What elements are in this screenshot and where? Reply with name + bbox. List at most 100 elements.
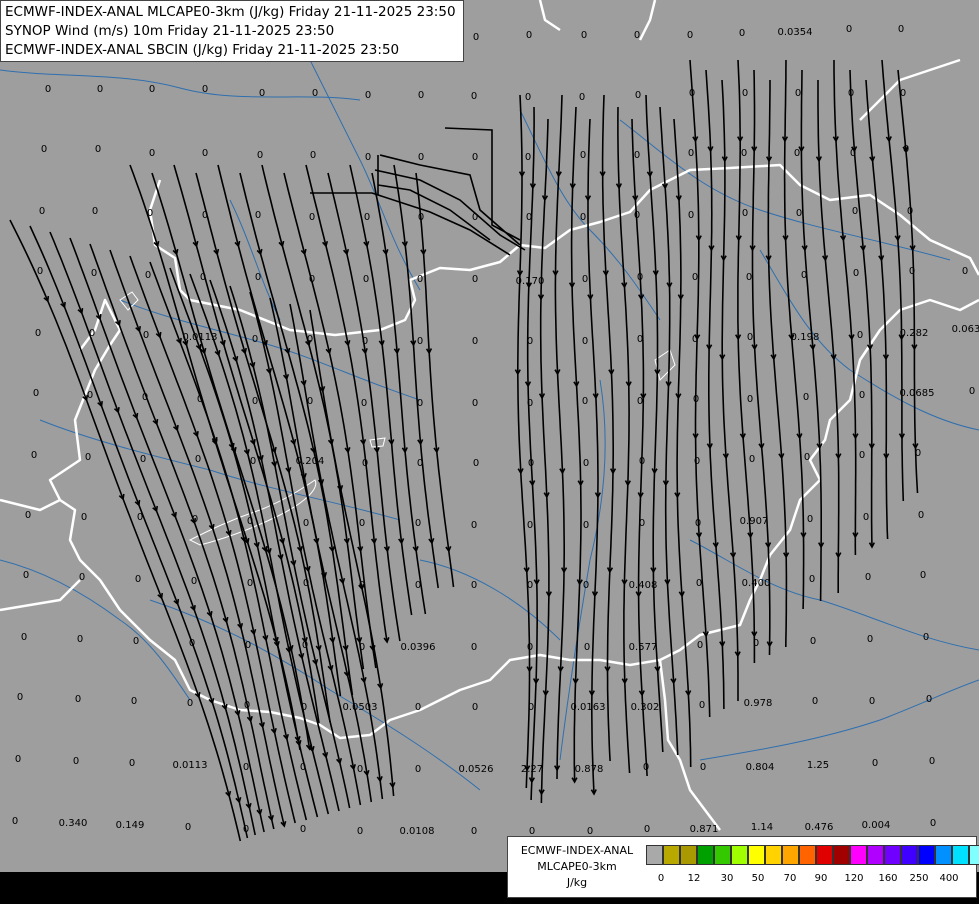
value-label: 0 xyxy=(137,512,143,523)
value-label: 0 xyxy=(643,762,649,773)
value-label: 0 xyxy=(472,336,478,347)
value-label: 0 xyxy=(142,392,148,403)
legend-tick-label: 12 xyxy=(687,873,701,884)
value-label: 0.0685 xyxy=(900,388,935,399)
legend-title-line: MLCAPE0-3km xyxy=(537,860,617,873)
value-label: 0 xyxy=(472,152,478,163)
value-label: 0 xyxy=(33,388,39,399)
value-label: 0 xyxy=(244,700,250,711)
legend-tick-label: 30 xyxy=(720,873,734,884)
value-label: 0 xyxy=(699,700,705,711)
value-label: 0 xyxy=(145,270,151,281)
value-label: 0 xyxy=(696,578,702,589)
value-label: 0 xyxy=(252,334,258,345)
value-label: 0 xyxy=(471,91,477,102)
value-label: 0 xyxy=(357,764,363,775)
value-label: 0 xyxy=(309,212,315,223)
legend-swatch xyxy=(833,845,850,865)
value-label: 0.282 xyxy=(900,328,929,339)
value-label: 0 xyxy=(527,336,533,347)
value-label: 0 xyxy=(747,332,753,343)
value-label: 0 xyxy=(903,144,909,155)
value-label: 0 xyxy=(79,572,85,583)
value-label: 0 xyxy=(527,520,533,531)
value-label: 0 xyxy=(859,450,865,461)
value-label: 0 xyxy=(918,510,924,521)
legend-title: ECMWF-INDEX-ANAL MLCAPE0-3km J/kg xyxy=(510,843,644,891)
value-label: 0 xyxy=(527,580,533,591)
value-label: 0 xyxy=(418,90,424,101)
value-label: 0 xyxy=(131,696,137,707)
value-label: 0 xyxy=(687,30,693,41)
value-label: 0.198 xyxy=(791,332,820,343)
value-label: 0 xyxy=(579,92,585,103)
value-label: 0 xyxy=(359,518,365,529)
value-label: 0 xyxy=(472,212,478,223)
value-label: 0 xyxy=(846,24,852,35)
value-label: 0 xyxy=(472,398,478,409)
value-label: 0 xyxy=(694,456,700,467)
value-label: 0.804 xyxy=(746,762,775,773)
value-label: 0 xyxy=(140,454,146,465)
value-label: 0.204 xyxy=(296,456,325,467)
value-label: 0 xyxy=(742,208,748,219)
value-label: 0 xyxy=(528,458,534,469)
value-label: 0 xyxy=(81,512,87,523)
value-label: 0 xyxy=(929,756,935,767)
value-label: 0 xyxy=(365,90,371,101)
value-label: 0 xyxy=(31,450,37,461)
value-label: 0 xyxy=(692,334,698,345)
map-view[interactable]: 0 0 0 0 0 0 0 0 0 0 0 0 0 0 0 0 0 0 0 0 0 0 0 0 0 0 0 0 0 0 0 0 0 0 0 0 0 0 0 0… xyxy=(0,0,979,900)
value-label: 0 xyxy=(73,756,79,767)
value-label: 0 xyxy=(473,32,479,43)
value-label: 0.0163 xyxy=(571,702,606,713)
value-label: 0 xyxy=(202,148,208,159)
value-label: 0 xyxy=(302,640,308,651)
legend-swatch xyxy=(765,845,782,865)
value-label: 0 xyxy=(526,30,532,41)
value-label: 0 xyxy=(303,578,309,589)
color-legend: ECMWF-INDEX-ANAL MLCAPE0-3km J/kg 0 12 30 5… xyxy=(507,836,979,898)
value-label: 0 xyxy=(85,452,91,463)
value-label: 0 xyxy=(129,758,135,769)
map-canvas: 0 0 0 0 0 0 0 0 0 0 0 0 0 0 0 0 0 0 0 0 0 0 0 0 0 0 0 0 0 0 0 0 0 0 0 0 0 0 0 0… xyxy=(0,0,979,900)
value-label: 0 xyxy=(583,580,589,591)
value-label: 0 xyxy=(75,694,81,705)
value-label: 0 xyxy=(189,638,195,649)
value-label: 0 xyxy=(869,696,875,707)
value-label: 0.408 xyxy=(629,580,658,591)
value-label: 0.0503 xyxy=(343,702,378,713)
legend-color-bar xyxy=(646,845,979,867)
value-label: 0 xyxy=(692,272,698,283)
value-label: 0 xyxy=(872,758,878,769)
title-synop-wind: SYNOP Wind (m/s) 10m Friday 21-11-2025 2… xyxy=(5,23,335,39)
legend-swatch xyxy=(918,845,935,865)
value-label: 0 xyxy=(149,148,155,159)
value-label: 0 xyxy=(310,150,316,161)
value-label: 0 xyxy=(362,458,368,469)
value-label: 0 xyxy=(915,448,921,459)
value-label: 0.0354 xyxy=(778,27,813,38)
value-label: 0 xyxy=(471,826,477,837)
value-label: 0 xyxy=(417,274,423,285)
title-sbcin: ECMWF-INDEX-ANAL SBCIN (J/kg) Friday 21-… xyxy=(5,42,400,58)
value-label: 0.878 xyxy=(575,764,604,775)
legend-tick-label: 120 xyxy=(844,873,864,884)
value-label: 0 xyxy=(473,458,479,469)
value-label: 1.25 xyxy=(807,760,829,771)
value-label: 0 xyxy=(525,152,531,163)
value-label: 0 xyxy=(688,148,694,159)
value-label: 0 xyxy=(644,824,650,835)
value-label: 0 xyxy=(747,394,753,405)
value-label: 0 xyxy=(417,458,423,469)
value-label: 0 xyxy=(415,764,421,775)
value-label: 0 xyxy=(582,274,588,285)
value-label: 0 xyxy=(637,272,643,283)
value-label: 0 xyxy=(634,150,640,161)
value-label: 0 xyxy=(23,570,29,581)
value-label: 0 xyxy=(796,208,802,219)
legend-tick-label: 250 xyxy=(909,873,929,884)
value-label: 0 xyxy=(35,328,41,339)
legend-tick-label: 0 xyxy=(657,873,665,884)
value-label: 0.170 xyxy=(516,276,545,287)
